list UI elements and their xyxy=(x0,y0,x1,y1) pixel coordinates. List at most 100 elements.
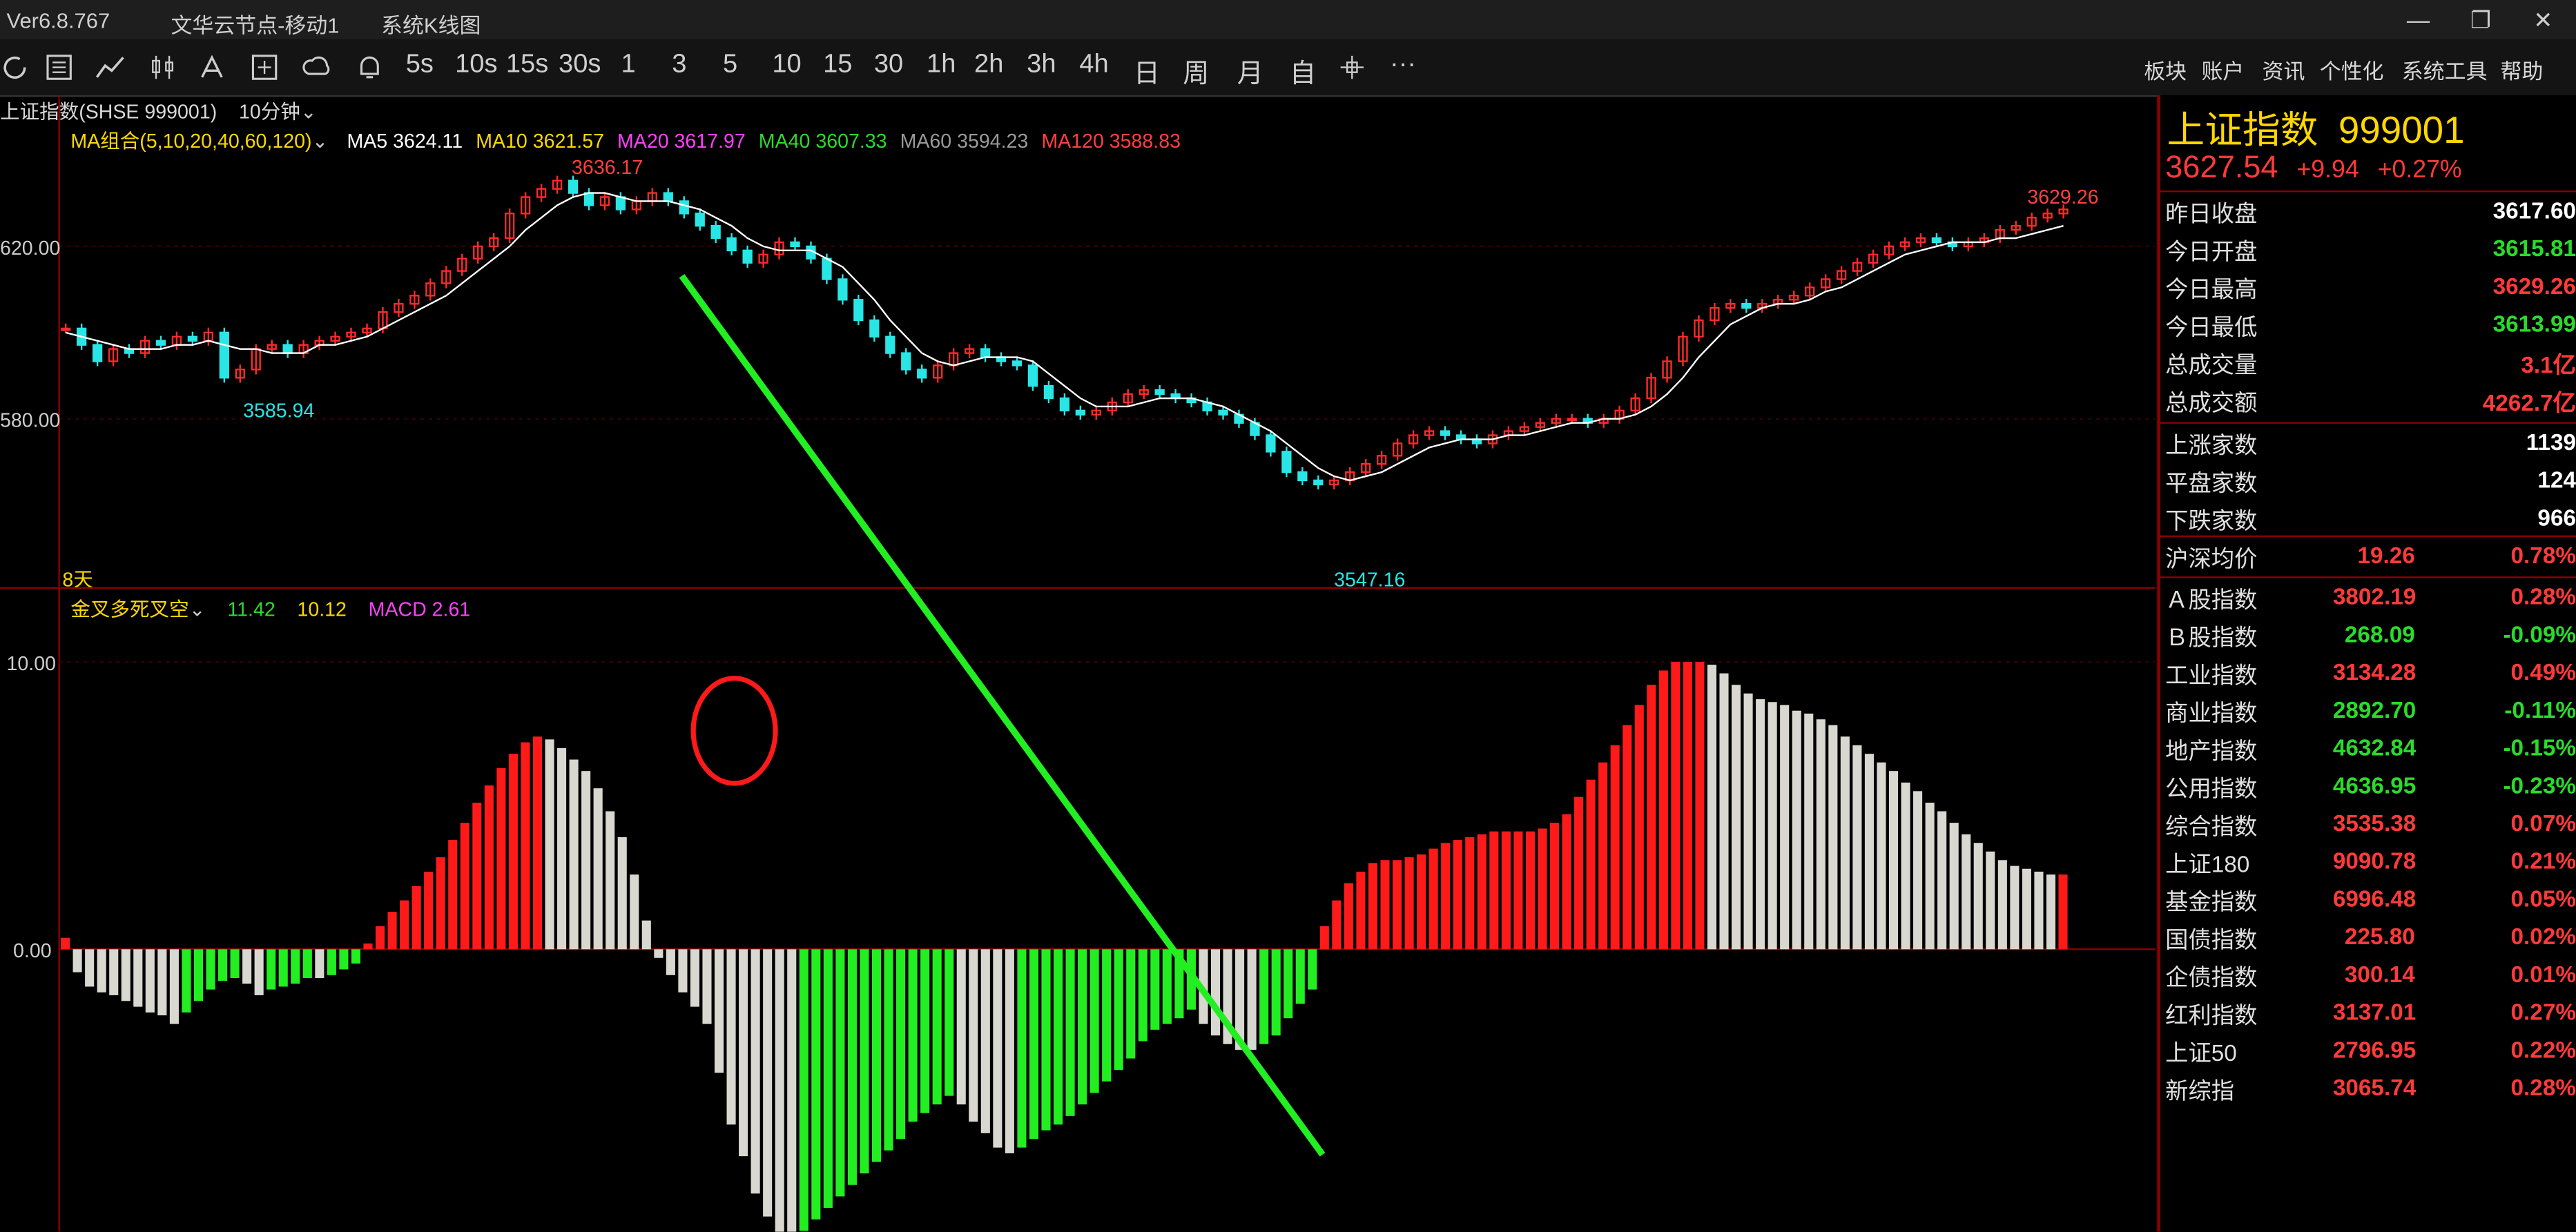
ma5-line xyxy=(65,192,2064,482)
menu-item-3[interactable]: 个性化 xyxy=(2320,55,2384,86)
index-label: 红利指数 xyxy=(2165,1001,2258,1028)
index-row[interactable]: 综合指数 3535.38 0.07% xyxy=(2160,805,2576,843)
chart-name-label: 系统K线图 xyxy=(381,13,481,38)
stat-label: 今日最低 xyxy=(2165,313,2258,340)
macd-bar xyxy=(61,937,70,950)
index-label: 商业指数 xyxy=(2165,699,2258,726)
macd-bar xyxy=(1441,843,1451,950)
refresh-icon[interactable] xyxy=(0,52,30,82)
macd-bar xyxy=(2058,874,2068,950)
hs-avg-row[interactable]: 沪深均价 19.26 0.78% xyxy=(2160,537,2576,575)
candle xyxy=(869,319,880,338)
cloud-sync-icon[interactable] xyxy=(302,52,332,82)
candle xyxy=(663,192,673,202)
macd-bar xyxy=(799,949,808,1231)
macd-bar xyxy=(72,949,82,972)
candle-icon[interactable] xyxy=(148,52,177,82)
period-tab-2[interactable]: 15s xyxy=(506,51,548,81)
period-tab-7[interactable]: 10 xyxy=(772,51,801,81)
candle xyxy=(1440,430,1451,436)
period-tab-0[interactable]: 5s xyxy=(406,51,434,81)
period-tab-5[interactable]: 3 xyxy=(672,51,686,81)
macd-bar xyxy=(1937,811,1947,950)
index-pct: 0.07% xyxy=(2510,810,2576,837)
crosshair-icon[interactable] xyxy=(1337,52,1367,82)
menu-item-0[interactable]: 板块 xyxy=(2144,55,2187,86)
macd-bar xyxy=(230,949,240,978)
period-tab-1[interactable]: 10s xyxy=(455,51,497,81)
chart-canvas[interactable] xyxy=(0,95,2156,1232)
macd-bar xyxy=(267,949,276,990)
period-tab-8[interactable]: 15 xyxy=(823,51,852,81)
stat-value: 3617.60 xyxy=(2492,197,2576,224)
more-menu-button[interactable]: ··· xyxy=(1390,51,1416,81)
macd-bar xyxy=(206,949,215,990)
macd-bar xyxy=(1525,831,1535,950)
menu-item-5[interactable]: 帮助 xyxy=(2501,55,2544,86)
period-tab-11[interactable]: 2h xyxy=(974,51,1003,81)
macd-bar xyxy=(884,949,893,1151)
server-node-label[interactable]: 文华云节点-移动1 xyxy=(171,8,339,39)
index-row[interactable]: 公用指数 4636.95 -0.23% xyxy=(2160,767,2576,805)
menu-item-2[interactable]: 资讯 xyxy=(2263,55,2305,86)
macd-bar xyxy=(1102,949,1112,1082)
close-button[interactable]: ✕ xyxy=(2527,3,2560,37)
period-tab-12[interactable]: 3h xyxy=(1027,51,1056,81)
period-tab-3[interactable]: 30s xyxy=(559,51,601,81)
macd-bar xyxy=(860,949,869,1174)
index-row[interactable]: 上证180 9090.78 0.21% xyxy=(2160,843,2576,881)
period-tab-9[interactable]: 30 xyxy=(874,51,903,81)
index-label: 基金指数 xyxy=(2165,888,2258,915)
quote-pct: +0.27% xyxy=(2377,156,2462,184)
index-row[interactable]: 商业指数 2892.70 -0.11% xyxy=(2160,692,2576,730)
stat-value: 3615.81 xyxy=(2492,235,2576,262)
index-row[interactable]: Ｂ股指数 268.09 -0.09% xyxy=(2160,616,2576,654)
period-tab-4[interactable]: 1 xyxy=(621,51,635,81)
macd-bar xyxy=(508,754,518,950)
period-tab-16[interactable]: 月 xyxy=(1237,51,1263,90)
index-value: 3535.38 xyxy=(2332,810,2417,837)
list-icon[interactable] xyxy=(44,52,74,82)
index-value: 225.80 xyxy=(2344,923,2415,950)
period-tab-6[interactable]: 5 xyxy=(723,51,737,81)
candle xyxy=(1266,434,1276,453)
index-pct: 0.49% xyxy=(2510,658,2576,685)
index-pct: 0.28% xyxy=(2510,1074,2576,1101)
index-label: Ａ股指数 xyxy=(2165,586,2258,613)
macd-bar xyxy=(302,949,312,978)
index-row[interactable]: 基金指数 6996.48 0.05% xyxy=(2160,880,2576,918)
stat-label: 今日最高 xyxy=(2165,275,2258,302)
period-tab-14[interactable]: 日 xyxy=(1134,51,1160,90)
macd-bar xyxy=(1683,661,1692,950)
macd-bar xyxy=(327,949,336,975)
index-row[interactable]: 工业指数 3134.28 0.49% xyxy=(2160,654,2576,692)
screen-icon[interactable] xyxy=(250,52,280,82)
restore-button[interactable]: ❐ xyxy=(2464,3,2497,37)
alarm-bell-icon[interactable] xyxy=(355,52,385,82)
index-row[interactable]: 上证50 2796.95 0.22% xyxy=(2160,1031,2576,1069)
menu-item-1[interactable]: 账户 xyxy=(2201,55,2244,86)
quote-price: 3627.54 xyxy=(2165,150,2278,186)
index-row[interactable]: 国债指数 225.80 0.02% xyxy=(2160,918,2576,956)
period-tab-15[interactable]: 周 xyxy=(1183,51,1209,90)
index-value: 268.09 xyxy=(2344,620,2415,647)
period-tab-10[interactable]: 1h xyxy=(927,51,956,81)
period-tab-13[interactable]: 4h xyxy=(1079,51,1108,81)
index-row[interactable]: 企债指数 300.14 0.01% xyxy=(2160,956,2576,994)
macd-bar xyxy=(182,949,191,1013)
minimize-button[interactable]: — xyxy=(2402,3,2435,37)
menu-item-4[interactable]: 系统工具 xyxy=(2402,55,2488,86)
index-value: 4636.95 xyxy=(2332,772,2417,799)
macd-bar xyxy=(1925,802,1935,950)
hs-avg-value: 19.26 xyxy=(2357,542,2415,569)
index-row[interactable]: 红利指数 3137.01 0.27% xyxy=(2160,994,2576,1032)
index-row[interactable]: Ａ股指数 3802.19 0.28% xyxy=(2160,578,2576,616)
macd-bar xyxy=(387,912,397,950)
line-chart-icon[interactable] xyxy=(95,52,125,82)
chart-area[interactable]: 上证指数(SHSE 999001) 10分钟⌄ MA组合(5,10,20,40,… xyxy=(0,95,2156,1232)
index-row[interactable]: 地产指数 4632.84 -0.15% xyxy=(2160,729,2576,767)
macd-bar xyxy=(1344,883,1353,950)
period-tab-17[interactable]: 自 xyxy=(1290,51,1316,90)
index-row[interactable]: 新综指 3065.74 0.28% xyxy=(2160,1069,2576,1107)
draw-tool-icon[interactable] xyxy=(197,52,227,82)
